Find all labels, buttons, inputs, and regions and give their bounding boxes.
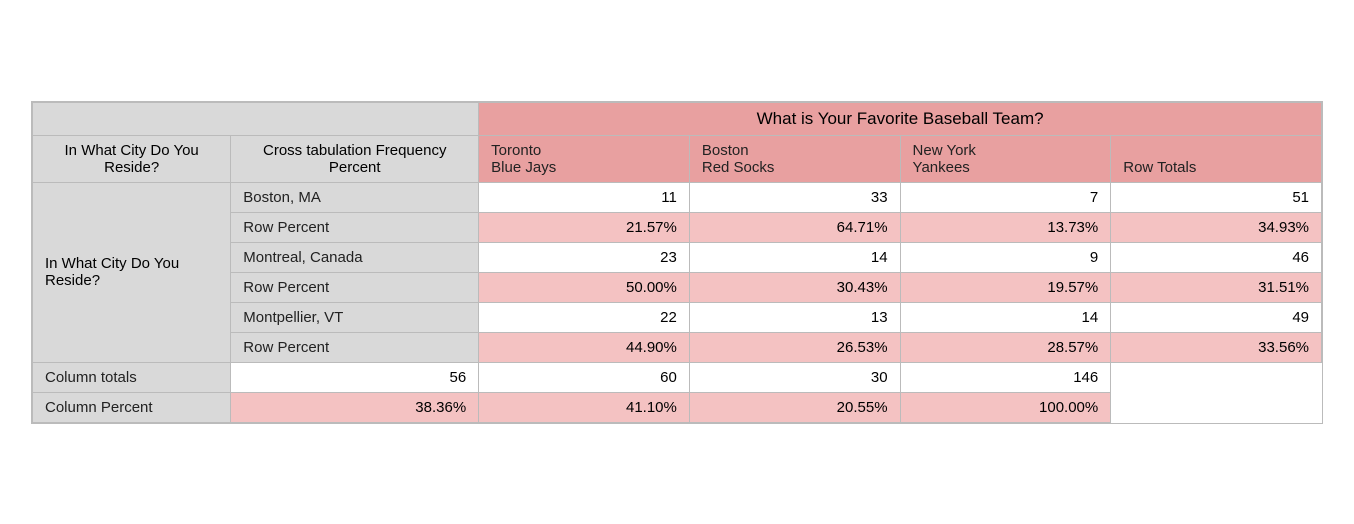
data-cell: 30 [689, 362, 900, 392]
col-header-2: New YorkYankees [900, 135, 1111, 182]
data-cell: 22 [479, 302, 690, 332]
data-cell: 19.57% [900, 272, 1111, 302]
data-cell: 9 [900, 242, 1111, 272]
data-cell: 49 [1111, 302, 1322, 332]
data-cell: 13.73% [900, 212, 1111, 242]
data-cell: 38.36% [231, 392, 479, 422]
data-cell: 11 [479, 182, 690, 212]
row-label: Column totals [33, 362, 231, 392]
data-cell: 21.57% [479, 212, 690, 242]
data-cell: 146 [900, 362, 1111, 392]
cross-tabulation-table: What is Your Favorite Baseball Team? In … [31, 101, 1323, 424]
data-cell: 14 [900, 302, 1111, 332]
data-cell: 33 [689, 182, 900, 212]
data-cell: 46 [1111, 242, 1322, 272]
corner-cell [33, 102, 479, 135]
col-header-1: BostonRed Socks [689, 135, 900, 182]
data-cell: 100.00% [900, 392, 1111, 422]
row-label: Column Percent [33, 392, 231, 422]
table-row: In What City Do You Reside?Boston, MA113… [33, 182, 1322, 212]
data-cell: 64.71% [689, 212, 900, 242]
row-label: Row Percent [231, 212, 479, 242]
cross-tab-label-cell: Cross tabulation Frequency Percent [231, 135, 479, 182]
data-cell: 50.00% [479, 272, 690, 302]
row-label: Boston, MA [231, 182, 479, 212]
side-label-cell: In What City Do You Reside? [33, 135, 231, 182]
row-label: Row Percent [231, 272, 479, 302]
main-question-row: What is Your Favorite Baseball Team? [33, 102, 1322, 135]
main-question-cell: What is Your Favorite Baseball Team? [479, 102, 1322, 135]
table-row: Column Percent38.36%41.10%20.55%100.00% [33, 392, 1322, 422]
data-cell: 7 [900, 182, 1111, 212]
data-cell: 26.53% [689, 332, 900, 362]
row-label: Montreal, Canada [231, 242, 479, 272]
data-cell: 33.56% [1111, 332, 1322, 362]
col-header-0: TorontoBlue Jays [479, 135, 690, 182]
table-row: Column totals566030146 [33, 362, 1322, 392]
data-cell: 44.90% [479, 332, 690, 362]
data-cell: 41.10% [479, 392, 690, 422]
data-cell: 20.55% [689, 392, 900, 422]
col-header-3: Row Totals [1111, 135, 1322, 182]
data-cell: 23 [479, 242, 690, 272]
row-label: Row Percent [231, 332, 479, 362]
data-cell: 31.51% [1111, 272, 1322, 302]
data-cell: 56 [231, 362, 479, 392]
data-cell: 14 [689, 242, 900, 272]
data-cell: 30.43% [689, 272, 900, 302]
data-cell: 28.57% [900, 332, 1111, 362]
data-cell: 60 [479, 362, 690, 392]
data-cell: 13 [689, 302, 900, 332]
data-cell: 51 [1111, 182, 1322, 212]
data-cell: 34.93% [1111, 212, 1322, 242]
row-question-label: In What City Do You Reside? [33, 182, 231, 362]
row-label: Montpellier, VT [231, 302, 479, 332]
col-headers-row: In What City Do You Reside? Cross tabula… [33, 135, 1322, 182]
